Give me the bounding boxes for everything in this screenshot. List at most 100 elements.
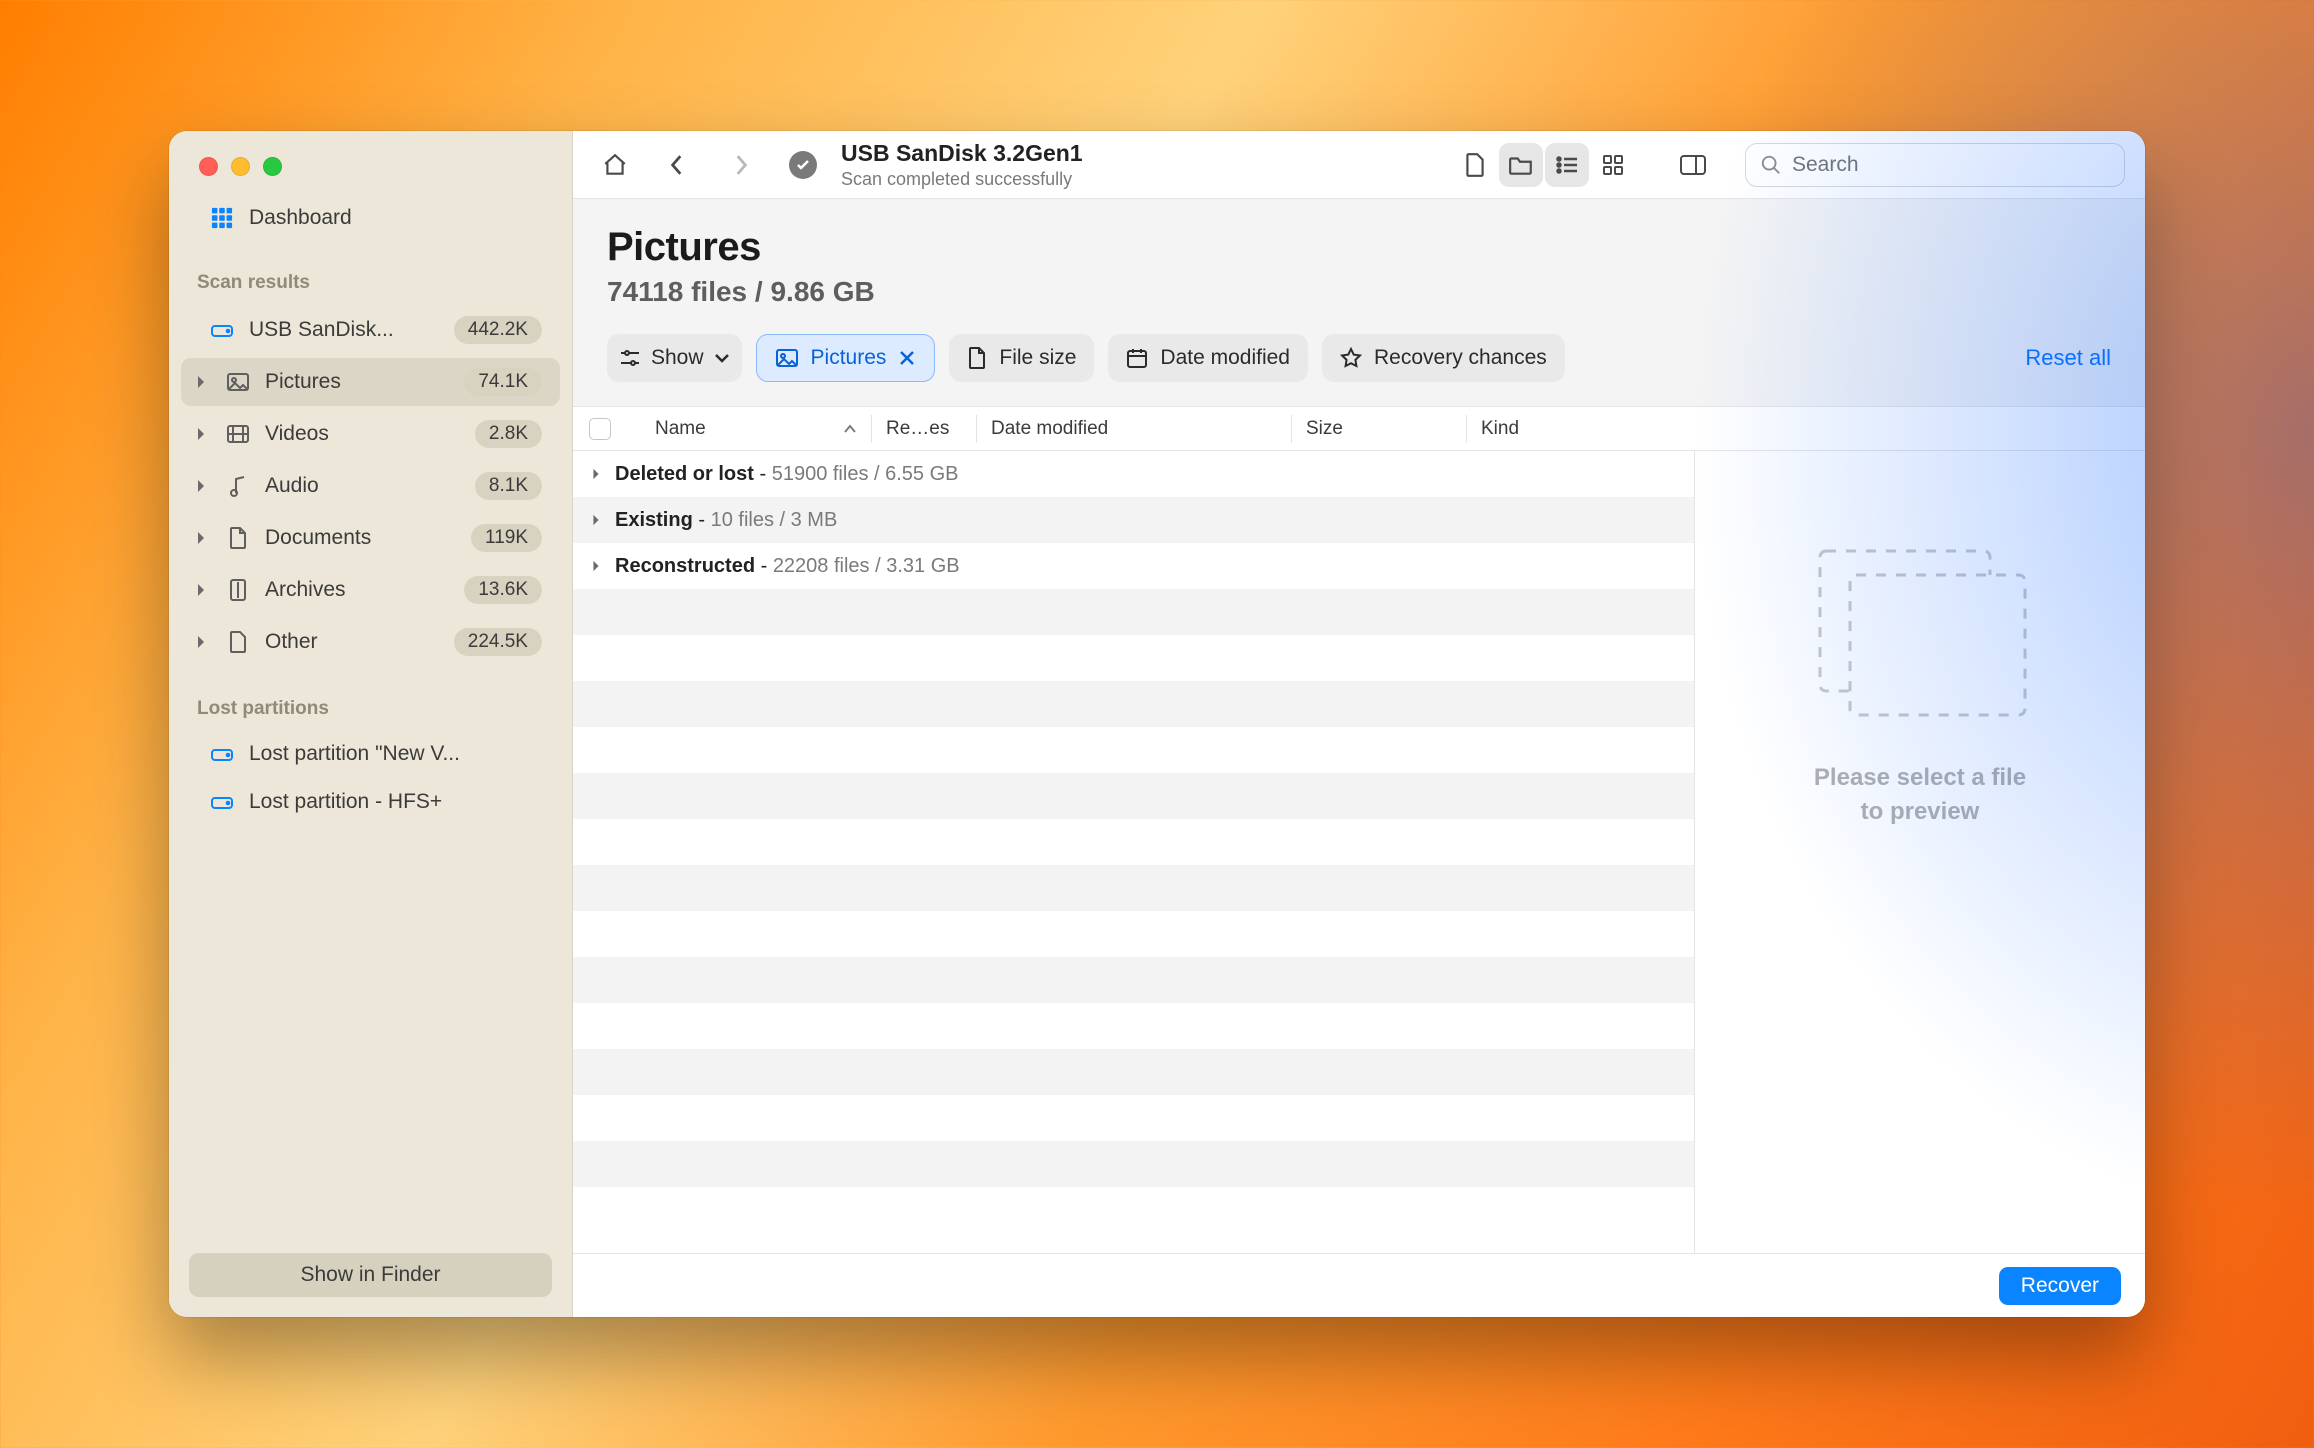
show-in-finder-button[interactable]: Show in Finder — [189, 1253, 552, 1297]
column-recovery[interactable]: Re…es — [886, 418, 976, 440]
sidebar: Dashboard Scan results USB SanDisk... 44… — [169, 131, 573, 1317]
chip-label: Show — [651, 346, 704, 370]
count-badge: 74.1K — [464, 368, 542, 396]
external-drive-icon — [209, 320, 235, 340]
video-icon — [225, 424, 251, 444]
search-input[interactable] — [1745, 143, 2125, 187]
toggle-preview-pane-button[interactable] — [1671, 143, 1715, 187]
main-panel: USB SanDisk 3.2Gen1 Scan completed succe… — [573, 131, 2145, 1317]
sidebar-item-audio[interactable]: Audio 8.1K — [181, 462, 560, 510]
filter-chip-pictures[interactable]: Pictures — [756, 334, 936, 382]
filter-chip-file-size[interactable]: File size — [949, 334, 1094, 382]
home-button[interactable] — [593, 143, 637, 187]
sidebar-caption-lost: Lost partitions — [169, 668, 572, 730]
empty-row — [573, 957, 1694, 1003]
select-all-checkbox[interactable] — [589, 418, 611, 440]
scan-status-check-icon — [789, 151, 817, 179]
column-label: Date modified — [991, 418, 1108, 440]
empty-row — [573, 911, 1694, 957]
view-files-button[interactable] — [1453, 143, 1497, 187]
sidebar-item-label: Videos — [265, 422, 461, 446]
table-header: Name Re…es Date modified Size Kind — [573, 407, 2145, 451]
image-icon — [775, 348, 799, 368]
sidebar-caption-scan: Scan results — [169, 242, 572, 304]
sidebar-item-archives[interactable]: Archives 13.6K — [181, 566, 560, 614]
back-button[interactable] — [655, 143, 699, 187]
sidebar-item-lost-partition-0[interactable]: Lost partition "New V... — [181, 732, 560, 776]
filter-bar: Show Pictures — [607, 334, 2111, 382]
sidebar-item-lost-partition-1[interactable]: Lost partition - HFS+ — [181, 780, 560, 824]
chevron-down-icon — [714, 352, 730, 364]
filter-chip-recovery[interactable]: Recovery chances — [1322, 334, 1565, 382]
filter-chip-date-modified[interactable]: Date modified — [1108, 334, 1308, 382]
sidebar-item-label: USB SanDisk... — [249, 318, 440, 342]
chip-label: Recovery chances — [1374, 346, 1547, 370]
content-header: Pictures 74118 files / 9.86 GB Show — [573, 199, 2145, 407]
toolbar: USB SanDisk 3.2Gen1 Scan completed succe… — [573, 131, 2145, 199]
sidebar-item-other[interactable]: Other 224.5K — [181, 618, 560, 666]
sidebar-item-dashboard[interactable]: Dashboard — [181, 196, 560, 240]
group-row-deleted[interactable]: Deleted or lost - 51900 files / 6.55 GB — [573, 451, 1694, 497]
view-folders-button[interactable] — [1499, 143, 1543, 187]
empty-row — [573, 727, 1694, 773]
archive-icon — [225, 578, 251, 602]
group-details: 51900 files / 6.55 GB — [772, 463, 959, 486]
column-label: Re…es — [886, 418, 949, 440]
forward-button[interactable] — [719, 143, 763, 187]
group-row-existing[interactable]: Existing - 10 files / 3 MB — [573, 497, 1694, 543]
zoom-window-button[interactable] — [263, 157, 282, 176]
column-date[interactable]: Date modified — [991, 418, 1291, 440]
sidebar-item-label: Archives — [265, 578, 450, 602]
sidebar-item-documents[interactable]: Documents 119K — [181, 514, 560, 562]
chevron-right-icon — [591, 560, 605, 572]
minimize-window-button[interactable] — [231, 157, 250, 176]
chevron-right-icon — [195, 583, 211, 597]
empty-row — [573, 865, 1694, 911]
reset-filters-button[interactable]: Reset all — [2025, 345, 2111, 371]
drive-title: USB SanDisk 3.2Gen1 — [841, 140, 1083, 167]
view-grid-button[interactable] — [1591, 143, 1635, 187]
sidebar-item-videos[interactable]: Videos 2.8K — [181, 410, 560, 458]
window-controls — [169, 131, 572, 194]
content-body: Deleted or lost - 51900 files / 6.55 GB … — [573, 451, 2145, 1253]
search-field[interactable] — [1792, 153, 2110, 177]
column-name[interactable]: Name — [631, 418, 871, 440]
sidebar-item-pictures[interactable]: Pictures 74.1K — [181, 358, 560, 406]
empty-row — [573, 635, 1694, 681]
column-label: Size — [1306, 418, 1343, 440]
page-title: Pictures — [607, 225, 2111, 270]
column-size[interactable]: Size — [1306, 418, 1466, 440]
document-icon — [967, 346, 987, 370]
sidebar-item-drive[interactable]: USB SanDisk... 442.2K — [181, 306, 560, 354]
group-label: Reconstructed — [615, 555, 755, 578]
view-list-button[interactable] — [1545, 143, 1589, 187]
external-drive-icon — [209, 744, 235, 764]
page-subtitle: 74118 files / 9.86 GB — [607, 276, 2111, 308]
sidebar-item-label: Dashboard — [249, 206, 542, 230]
empty-row — [573, 681, 1694, 727]
group-row-reconstructed[interactable]: Reconstructed - 22208 files / 3.31 GB — [573, 543, 1694, 589]
count-badge: 2.8K — [475, 420, 542, 448]
empty-row — [573, 1095, 1694, 1141]
search-icon — [1760, 154, 1782, 176]
empty-row — [573, 1049, 1694, 1095]
sidebar-item-label: Other — [265, 630, 440, 654]
count-badge: 224.5K — [454, 628, 542, 656]
show-filter-button[interactable]: Show — [607, 334, 742, 382]
remove-filter-icon[interactable] — [898, 349, 916, 367]
column-kind[interactable]: Kind — [1481, 418, 1601, 440]
sidebar-item-label: Audio — [265, 474, 461, 498]
file-icon — [225, 630, 251, 654]
chip-label: Date modified — [1160, 346, 1290, 370]
sidebar-footer: Show in Finder — [169, 1233, 572, 1317]
close-window-button[interactable] — [199, 157, 218, 176]
results-list[interactable]: Deleted or lost - 51900 files / 6.55 GB … — [573, 451, 1695, 1253]
sort-asc-icon — [843, 423, 871, 435]
empty-row — [573, 1003, 1694, 1049]
recover-button[interactable]: Recover — [1999, 1267, 2121, 1305]
group-details: 10 files / 3 MB — [711, 509, 838, 532]
sidebar-item-label: Documents — [265, 526, 457, 550]
chevron-right-icon — [195, 479, 211, 493]
toolbar-title-block: USB SanDisk 3.2Gen1 Scan completed succe… — [841, 140, 1083, 190]
footer-bar: Recover — [573, 1253, 2145, 1317]
